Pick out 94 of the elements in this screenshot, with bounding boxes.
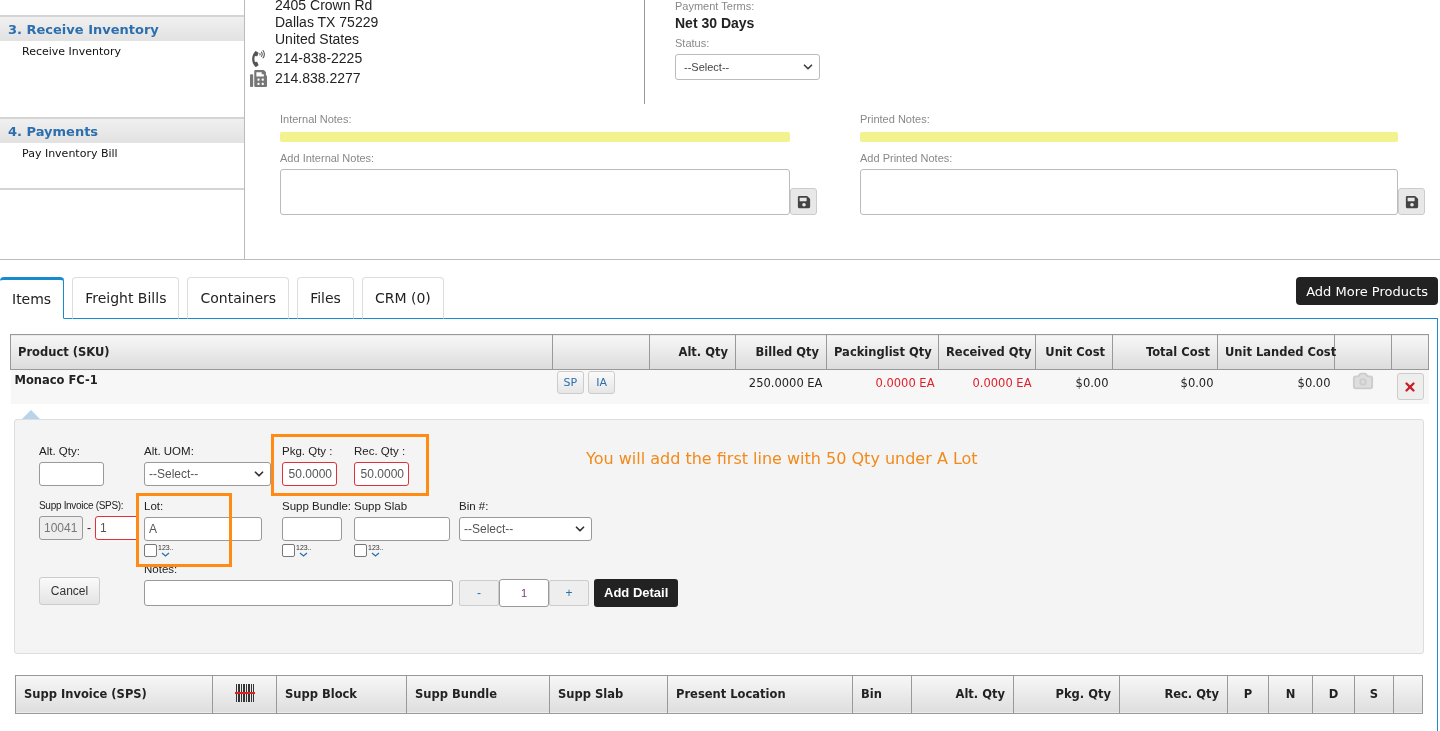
chevron-icon bbox=[161, 551, 171, 557]
column-header: N bbox=[1268, 675, 1313, 713]
action-button[interactable]: SP bbox=[556, 371, 585, 395]
column-header: Received Qty bbox=[938, 334, 1036, 370]
add-more-products-button[interactable]: Add More Products bbox=[1296, 277, 1438, 305]
tab[interactable]: Freight Bills bbox=[72, 277, 180, 319]
field-label: Supp Bundle: bbox=[282, 499, 353, 512]
phone-icon bbox=[250, 49, 267, 67]
checkbox[interactable] bbox=[282, 543, 295, 557]
field-label: Payment Terms: bbox=[675, 0, 756, 13]
delete-button[interactable] bbox=[1396, 373, 1424, 401]
empty-header-cell bbox=[1393, 675, 1423, 713]
column-header: Product (SKU) bbox=[10, 334, 553, 370]
sidebar-item[interactable]: Receive Inventory bbox=[22, 45, 244, 58]
column-header: Bin bbox=[852, 675, 912, 713]
column-header: Alt. Qty bbox=[911, 675, 1014, 713]
column-header: Unit Landed Cost bbox=[1217, 334, 1335, 370]
quantity-field[interactable]: 1 bbox=[499, 578, 549, 607]
add-detail-button[interactable]: Add Detail bbox=[594, 578, 679, 607]
field-label: Alt. UOM: bbox=[144, 444, 195, 457]
column-header: Pkg. Qty bbox=[1013, 675, 1120, 713]
phone-number: 214-838-2225 bbox=[275, 49, 363, 67]
field-label: Supp Slab bbox=[354, 499, 409, 512]
address-line: 2405 Crown Rd bbox=[275, 0, 373, 14]
fax-number: 214.838.2277 bbox=[275, 69, 361, 87]
field-label: Supp Invoice (SPS): bbox=[39, 499, 125, 511]
alt-uom-select[interactable]: --Select-- bbox=[144, 461, 271, 486]
field-label: Alt. Qty: bbox=[39, 444, 81, 457]
column-header: Packinglist Qty bbox=[826, 334, 939, 370]
field-label: Add Internal Notes: bbox=[280, 152, 376, 165]
chevron-icon bbox=[371, 551, 381, 557]
section-header: 3. Receive Inventory bbox=[0, 17, 244, 41]
column-header: Total Cost bbox=[1112, 334, 1218, 370]
decrement-button[interactable]: - bbox=[459, 579, 499, 606]
column-header: P bbox=[1227, 675, 1269, 713]
field-label: Internal Notes: bbox=[280, 113, 353, 126]
sidebar-item[interactable]: Pay Inventory Bill bbox=[22, 147, 244, 160]
barcode-icon bbox=[234, 682, 255, 703]
address-line: Dallas TX 75229 bbox=[275, 14, 379, 31]
annotation-text: You will add the first line with 50 Qty under A Lot bbox=[586, 448, 978, 468]
product-name: Monaco FC-1 bbox=[10, 369, 553, 404]
column-header: Rec. Qty bbox=[1119, 675, 1228, 713]
supp-slab-field[interactable] bbox=[354, 516, 450, 541]
column-header: Billed Qty bbox=[735, 334, 827, 370]
field-label: Add Printed Notes: bbox=[860, 152, 954, 165]
field-label: Bin #: bbox=[459, 499, 490, 512]
field-label: Pkg. Qty : bbox=[282, 444, 334, 457]
increment-button[interactable]: + bbox=[549, 579, 589, 606]
payment-terms: Net 30 Days bbox=[675, 15, 756, 31]
status-select[interactable]: --Select-- bbox=[675, 54, 820, 80]
column-header: Supp Slab bbox=[549, 675, 668, 713]
table-cell: 0.0000 EA bbox=[938, 369, 1036, 404]
column-header: S bbox=[1354, 675, 1394, 713]
action-button[interactable]: IA bbox=[588, 371, 616, 395]
table-cell: 0.0000 EA bbox=[826, 369, 939, 404]
field-label: Printed Notes: bbox=[860, 113, 931, 126]
address-line: United States bbox=[275, 31, 360, 48]
field-label: Rec. Qty : bbox=[354, 444, 407, 457]
section-header: 4. Payments bbox=[0, 119, 244, 143]
table-cell: $0.00 bbox=[1217, 369, 1335, 404]
pkg-qty-field[interactable]: 50.0000 bbox=[282, 461, 337, 486]
table-cell: 250.0000 EA bbox=[735, 369, 827, 404]
invoice-prefix-field: 10041 bbox=[39, 515, 83, 540]
alt-qty-field[interactable] bbox=[39, 461, 104, 486]
table-cell: $0.00 bbox=[1112, 369, 1218, 404]
invoice-number-field[interactable]: 1 bbox=[95, 515, 139, 540]
fax-icon bbox=[250, 69, 267, 87]
separator: - bbox=[87, 520, 91, 535]
field-label: Status: bbox=[675, 37, 711, 50]
save-button[interactable] bbox=[1398, 188, 1425, 215]
cancel-button[interactable]: Cancel bbox=[39, 576, 100, 605]
column-header: D bbox=[1312, 675, 1355, 713]
notes-field[interactable] bbox=[144, 579, 453, 606]
column-header: Alt. Qty bbox=[649, 334, 736, 370]
tab[interactable]: Files bbox=[297, 277, 354, 319]
supp-bundle-field[interactable] bbox=[282, 516, 342, 541]
bin-select[interactable]: --Select-- bbox=[459, 516, 592, 541]
chevron-icon bbox=[299, 551, 309, 557]
close-icon bbox=[1403, 379, 1417, 394]
column-header: Supp Block bbox=[276, 675, 407, 713]
column-header: Supp Bundle bbox=[406, 675, 550, 713]
rec-qty-field[interactable]: 50.0000 bbox=[354, 461, 409, 486]
column-header: Unit Cost bbox=[1035, 334, 1113, 370]
column-header: Present Location bbox=[667, 675, 853, 713]
lot-field[interactable]: A bbox=[144, 516, 262, 541]
tab[interactable]: Containers bbox=[187, 277, 290, 319]
checkbox[interactable] bbox=[354, 543, 367, 557]
column-header: Supp Invoice (SPS) bbox=[15, 675, 213, 713]
tab[interactable]: CRM (0) bbox=[361, 277, 444, 319]
table-cell: $0.00 bbox=[1035, 369, 1113, 404]
tab[interactable]: Items bbox=[0, 277, 65, 319]
save-button[interactable] bbox=[790, 188, 817, 215]
field-label: Lot: bbox=[144, 499, 165, 512]
checkbox[interactable] bbox=[144, 543, 157, 557]
